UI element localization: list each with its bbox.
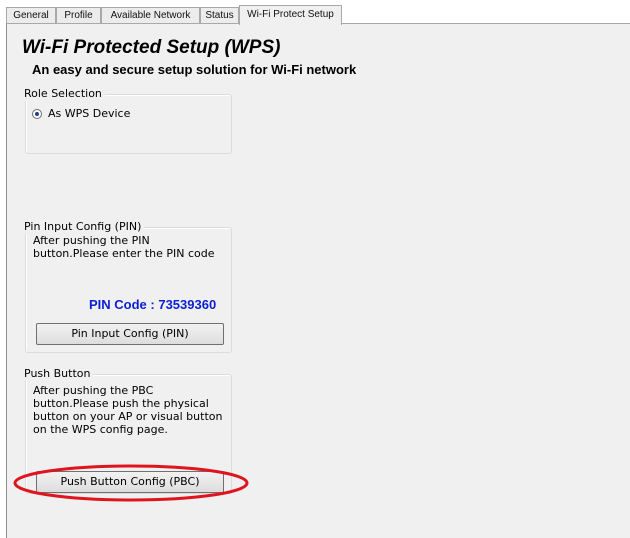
tab-wifi-protect-setup[interactable]: Wi-Fi Protect Setup <box>239 5 342 25</box>
highlight-oval <box>13 464 249 502</box>
